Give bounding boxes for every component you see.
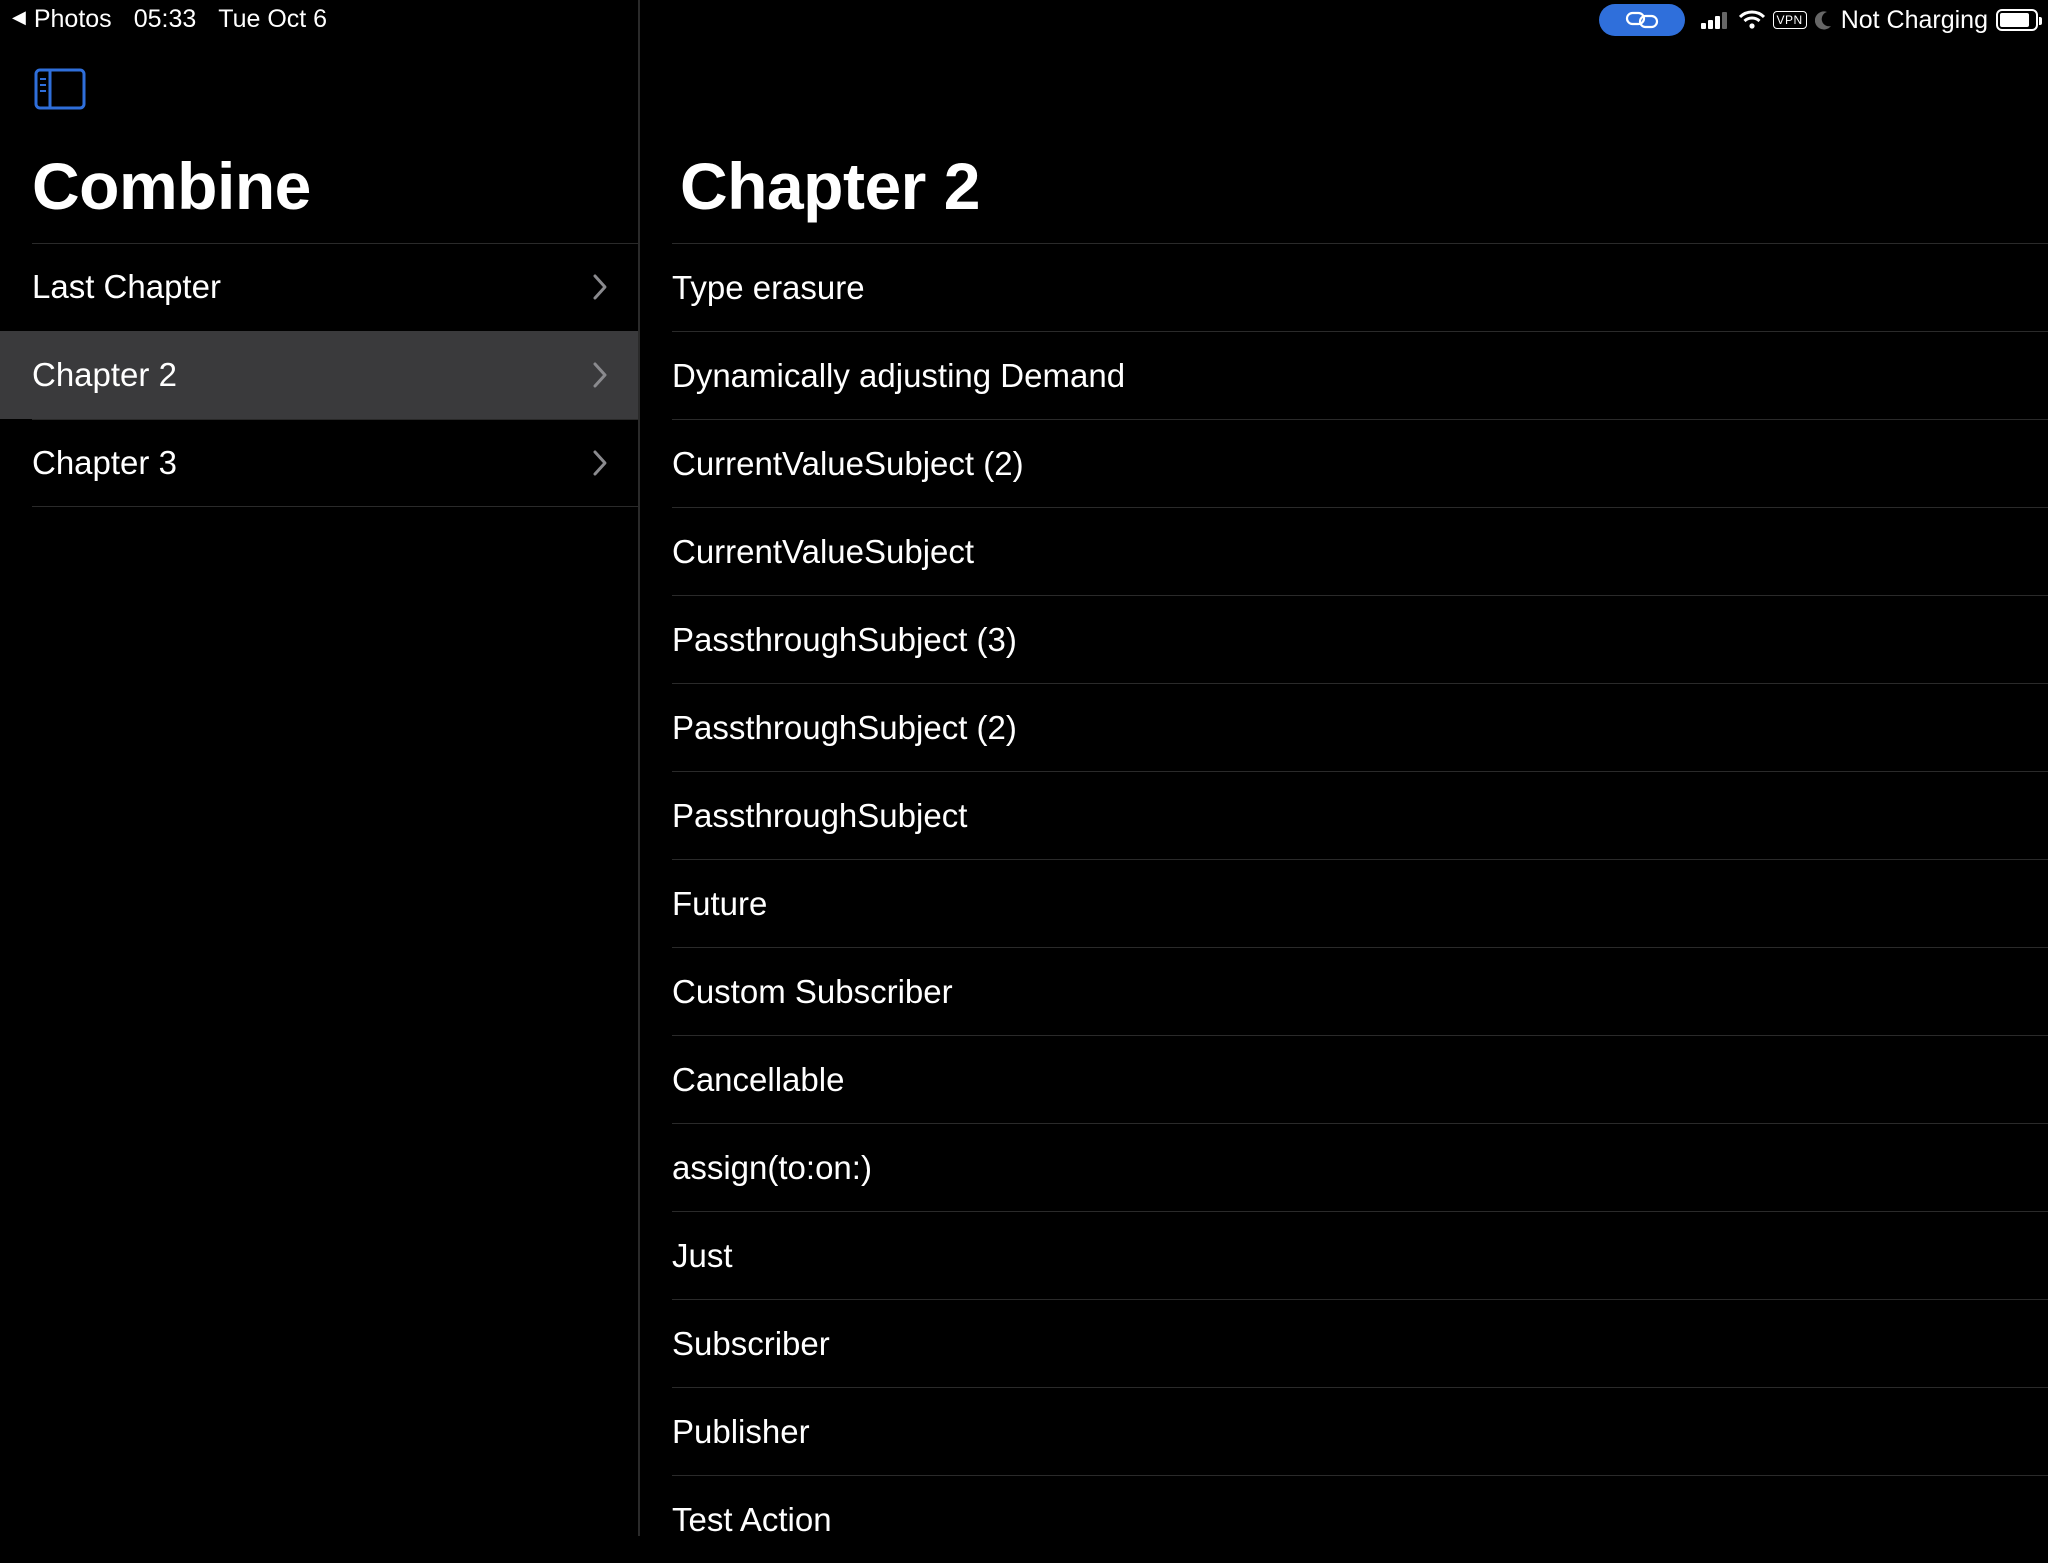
list-item[interactable]: Just [672, 1211, 2048, 1299]
list-item[interactable]: PassthroughSubject (3) [672, 595, 2048, 683]
vpn-badge: VPN [1772, 11, 1807, 29]
sidebar-list: Last Chapter Chapter 2 Chapter 3 [0, 243, 638, 507]
link-icon[interactable] [1598, 4, 1685, 36]
list-item[interactable]: Subscriber [672, 1299, 2048, 1387]
sidebar-title: Combine [32, 149, 311, 223]
status-time: 05:33 [133, 5, 197, 33]
sidebar: Combine Last Chapter Chapter 2 Chapter 3 [0, 0, 640, 1536]
status-right: VPN Not Charging [1598, 4, 2042, 36]
chevron-right-icon [593, 450, 607, 476]
main-content: Chapter 2 Type erasure Dynamically adjus… [642, 0, 2048, 1538]
sidebar-toggle-icon[interactable] [34, 68, 86, 115]
main-list: Type erasure Dynamically adjusting Deman… [672, 243, 2048, 1563]
battery-status-text: Not Charging [1840, 5, 1988, 34]
page-title: Chapter 2 [680, 149, 980, 223]
list-item[interactable]: CurrentValueSubject (2) [672, 419, 2048, 507]
battery-fill [2000, 13, 2029, 27]
list-item[interactable]: assign(to:on:) [672, 1123, 2048, 1211]
list-item[interactable]: CurrentValueSubject [672, 507, 2048, 595]
signal-icon [1700, 11, 1729, 29]
list-item[interactable]: Publisher [672, 1387, 2048, 1475]
sidebar-item-chapter-2[interactable]: Chapter 2 [0, 331, 638, 419]
list-item[interactable]: Type erasure [672, 243, 2048, 331]
list-item[interactable]: PassthroughSubject (2) [672, 683, 2048, 771]
list-item[interactable]: Dynamically adjusting Demand [672, 331, 2048, 419]
sidebar-item-last-chapter[interactable]: Last Chapter [0, 243, 638, 331]
back-app-label[interactable]: Photos [34, 5, 112, 34]
moon-icon [1814, 11, 1831, 30]
back-arrow-icon[interactable]: ◀ [12, 7, 26, 28]
chevron-right-icon [593, 274, 607, 300]
chevron-right-icon [593, 362, 607, 388]
battery-icon [1996, 9, 2042, 31]
list-item[interactable]: Future [672, 859, 2048, 947]
status-bar: ◀ Photos 05:33 Tue Oct 6 VPN Not Chargin… [0, 0, 2048, 40]
status-date: Tue Oct 6 [218, 5, 328, 33]
wifi-icon [1738, 10, 1765, 29]
list-item[interactable]: Test Action [672, 1475, 2048, 1563]
list-item[interactable]: Custom Subscriber [672, 947, 2048, 1035]
sidebar-item-label: Chapter 3 [32, 444, 177, 481]
sidebar-item-label: Last Chapter [32, 268, 221, 305]
status-left: ◀ Photos 05:33 Tue Oct 6 [12, 5, 327, 34]
sidebar-item-label: Chapter 2 [32, 356, 177, 393]
sidebar-item-chapter-3[interactable]: Chapter 3 [0, 419, 638, 507]
list-item[interactable]: Cancellable [672, 1035, 2048, 1123]
list-item[interactable]: PassthroughSubject [672, 771, 2048, 859]
